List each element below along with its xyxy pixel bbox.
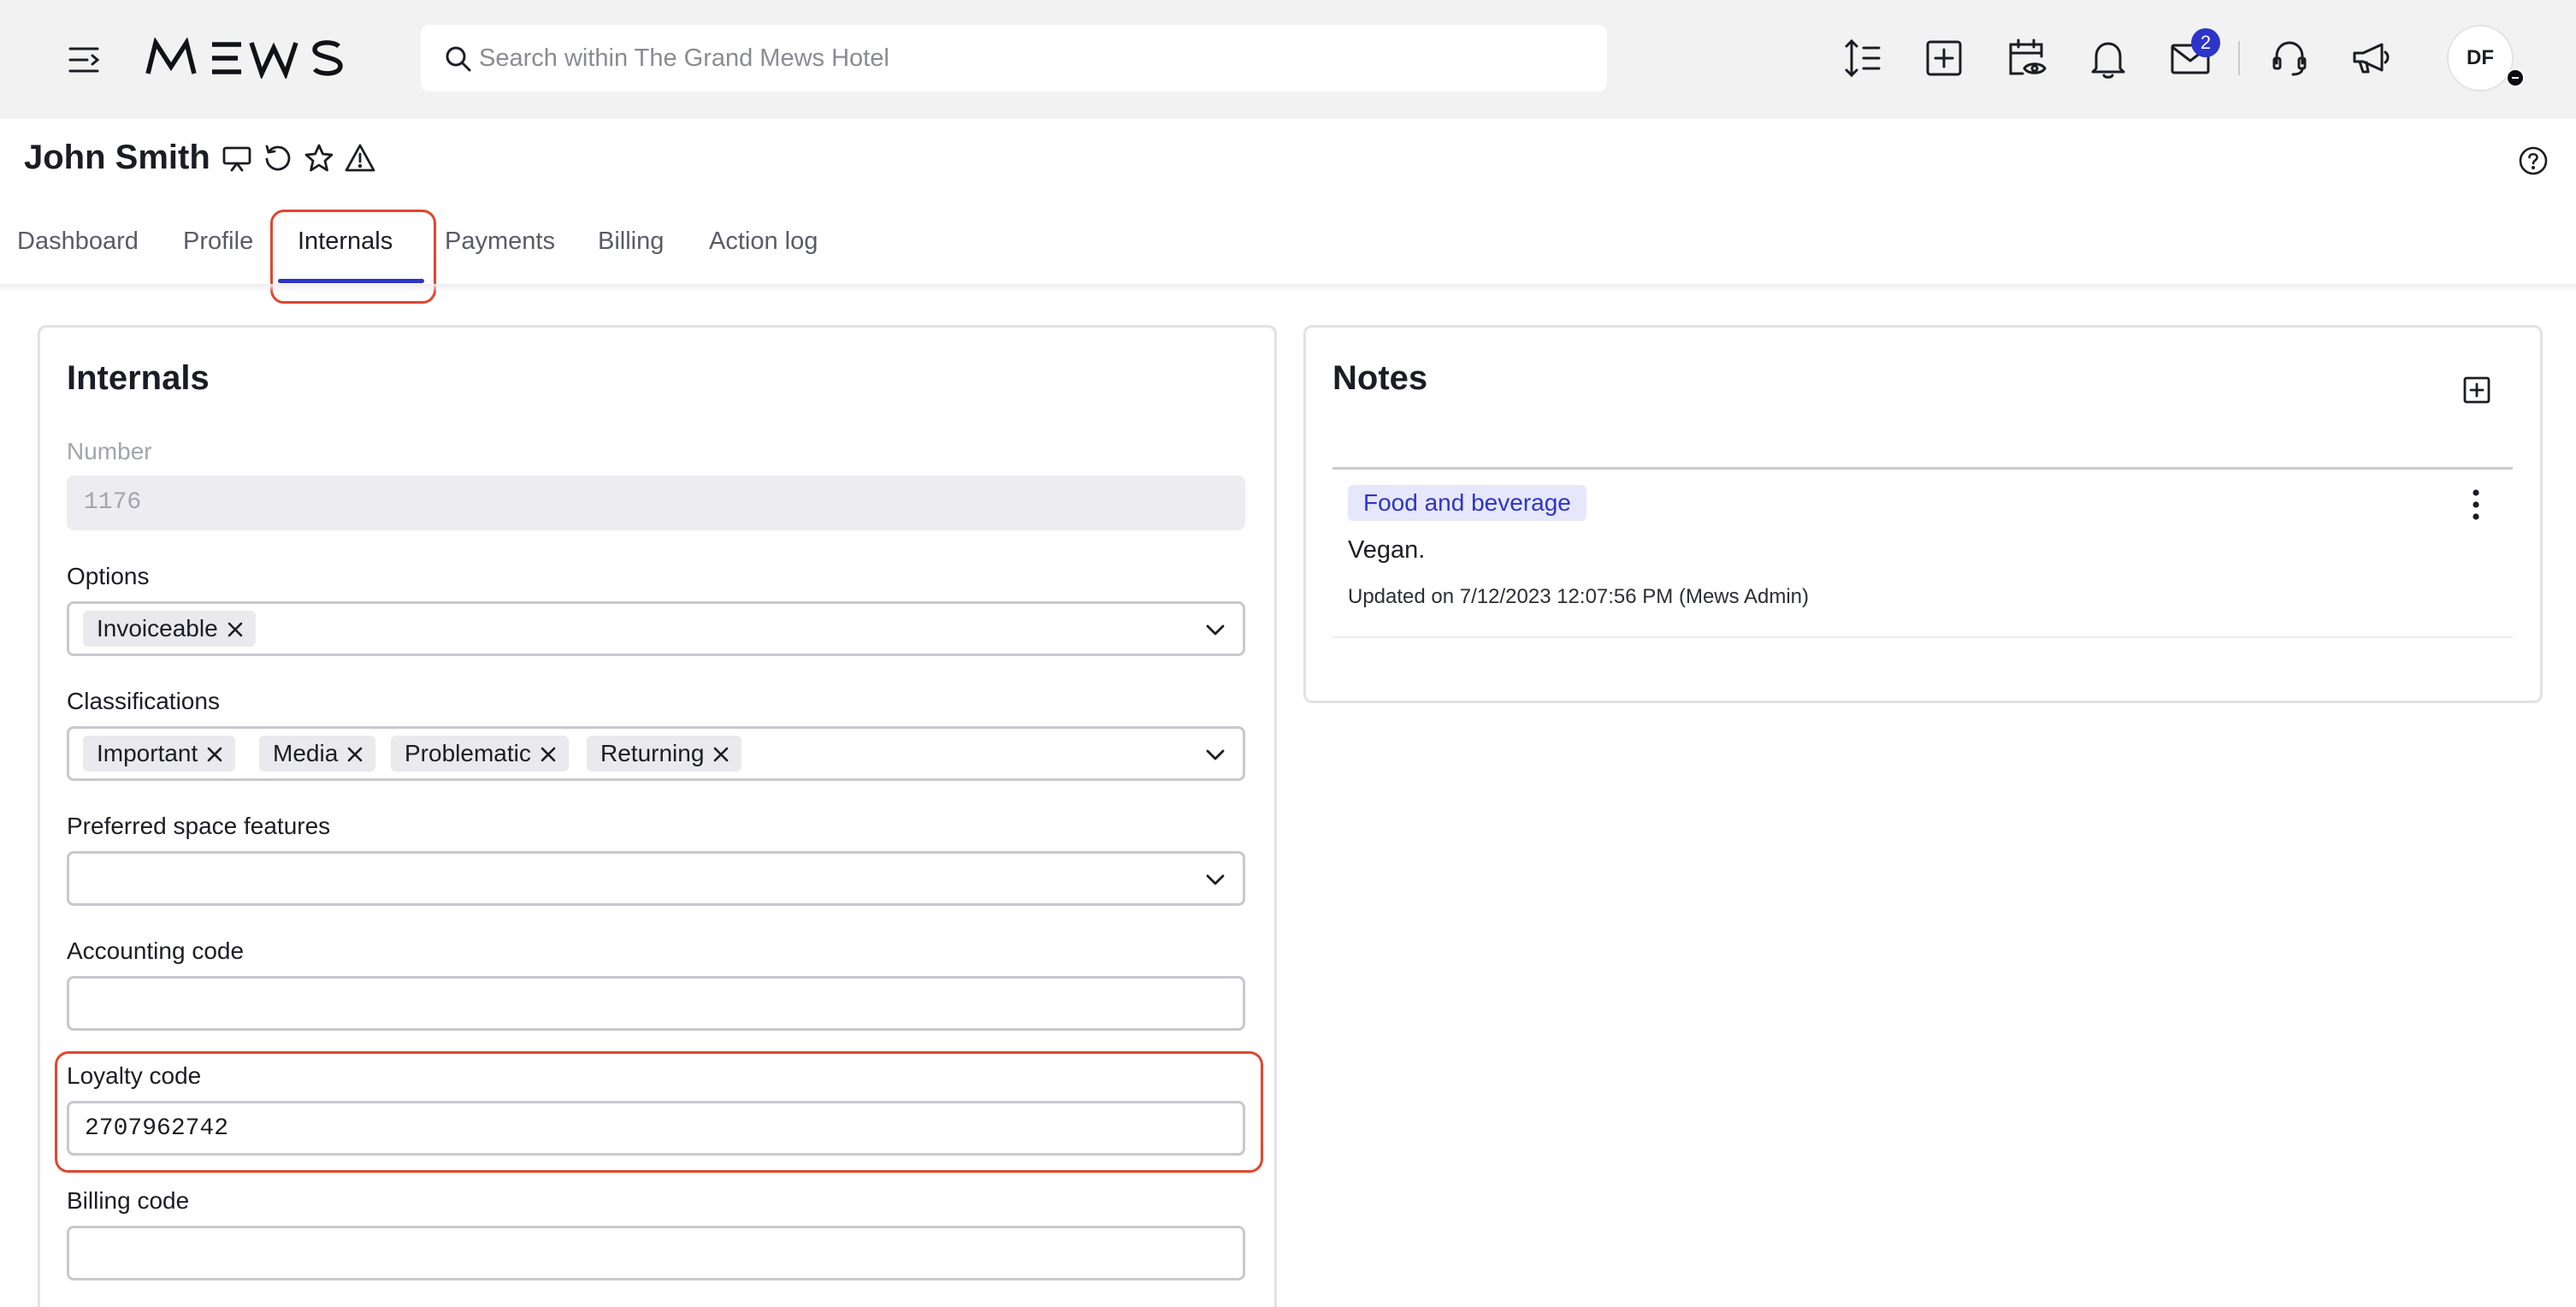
classification-chip: Returning [587,736,742,772]
star-icon[interactable] [303,142,335,174]
sort-lines-icon[interactable] [1840,36,1884,80]
help-icon[interactable] [2518,145,2549,176]
classification-chip-label: Problematic [405,740,531,766]
status-indicator [2506,68,2525,87]
active-tab-indicator [278,279,424,283]
add-square-icon[interactable] [1922,36,1966,80]
option-chip: Invoiceable [83,611,256,647]
megaphone-icon[interactable] [2349,36,2394,80]
note-updated-meta: Updated on 7/12/2023 12:07:56 PM (Mews A… [1348,585,1809,608]
menu-toggle-icon[interactable] [65,41,106,79]
presentation-icon[interactable] [221,142,253,174]
note-category-tag: Food and beverage [1348,485,1586,521]
search-icon [445,45,472,73]
classifications-label: Classifications [67,688,220,714]
classifications-select[interactable]: Important Media Problematic Returning [67,726,1245,781]
loyalty-code-input[interactable] [67,1101,1245,1156]
header-divider [0,284,2576,293]
internals-title: Internals [67,359,210,397]
classification-chip: Important [83,736,236,772]
warning-icon[interactable] [344,142,376,174]
bell-icon[interactable] [2086,36,2130,80]
remove-chip-icon[interactable] [346,746,363,763]
notes-title: Notes [1332,359,1428,397]
space-features-label: Preferred space features [67,813,331,839]
billing-code-label: Billing code [67,1187,190,1214]
options-label: Options [67,563,150,589]
remove-chip-icon[interactable] [206,746,223,763]
classification-chip-label: Important [97,740,198,766]
loyalty-code-label: Loyalty code [67,1062,202,1089]
toolbar-divider [2238,41,2240,75]
classification-chip-label: Media [273,740,339,766]
billing-code-input[interactable] [67,1226,1245,1280]
note-separator [1332,636,2513,638]
tab-dashboard[interactable]: Dashboard [17,228,139,256]
tab-billing[interactable]: Billing [598,228,664,256]
page-title: John Smith [24,139,210,176]
space-features-select[interactable] [67,851,1245,906]
tab-action-log[interactable]: Action log [709,228,818,256]
accounting-code-label: Accounting code [67,937,245,964]
option-chip-label: Invoiceable [97,615,218,642]
tab-internals[interactable]: Internals [298,228,393,256]
calendar-eye-icon[interactable] [2004,36,2048,80]
global-search [421,25,1607,92]
chevron-down-icon[interactable] [1205,869,1226,890]
remove-chip-icon[interactable] [540,746,557,763]
accounting-code-input[interactable] [67,976,1245,1031]
remove-chip-icon[interactable] [712,746,730,763]
more-options-icon[interactable] [2463,486,2489,523]
user-avatar[interactable]: DF [2447,25,2514,92]
number-label: Number [67,438,152,464]
chevron-down-icon[interactable] [1205,744,1226,765]
search-input[interactable] [479,25,1591,92]
number-field: 1176 [67,476,1245,530]
top-bar: 2 DF [0,0,2576,119]
notes-divider [1332,467,2513,470]
headset-icon[interactable] [2267,36,2312,80]
classification-chip: Media [259,736,376,772]
classification-chip: Problematic [391,736,569,772]
add-note-icon[interactable] [2461,374,2493,406]
chevron-down-icon[interactable] [1205,619,1226,640]
messages-badge: 2 [2191,28,2220,57]
tab-payments[interactable]: Payments [445,228,555,256]
tab-profile[interactable]: Profile [183,228,253,256]
note-text: Vegan. [1348,536,1426,564]
remove-chip-icon[interactable] [227,621,244,638]
refresh-icon[interactable] [262,142,294,174]
mews-logo[interactable] [145,38,368,79]
options-select[interactable]: Invoiceable [67,601,1245,656]
classification-chip-label: Returning [600,740,705,766]
